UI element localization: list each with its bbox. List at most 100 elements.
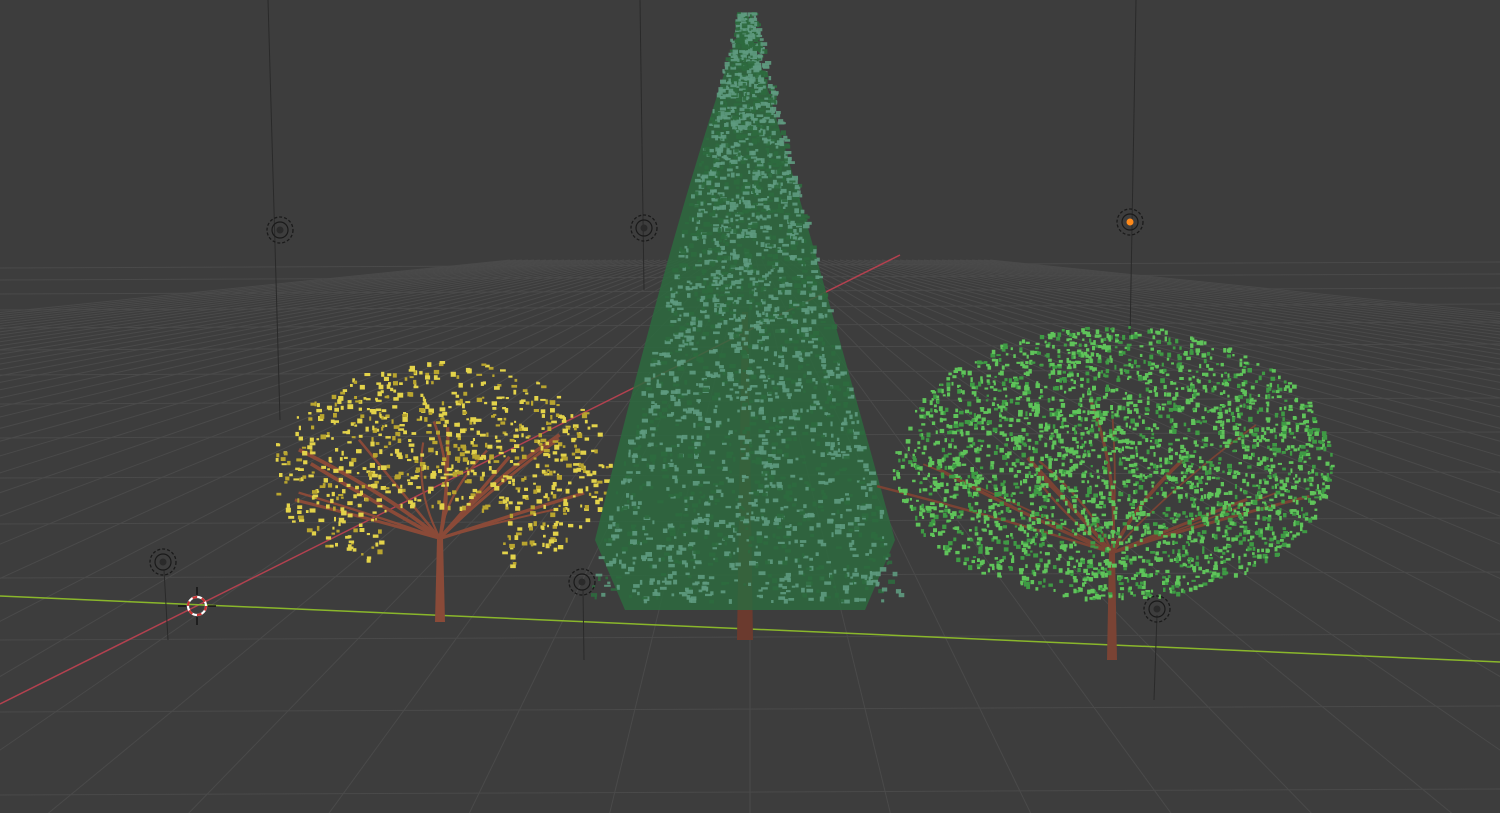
leaf [525,401,530,405]
leaf [417,499,422,502]
leaf [1026,397,1031,402]
leaf [659,442,663,446]
spruce-tree[interactable] [591,12,905,640]
birch-tree[interactable] [275,361,613,622]
leaf [707,153,710,157]
leaf [454,422,459,427]
leaf [579,525,583,529]
leaf [1074,424,1077,428]
leaf [824,401,829,404]
leaf [1152,336,1156,340]
leaf [784,163,788,167]
leaf [656,580,661,585]
leaf [762,230,769,233]
leaf [579,476,585,479]
leaf [503,455,506,458]
leaf [357,503,362,508]
leaf [1064,390,1067,394]
leaf [1085,371,1090,376]
leaf [844,599,850,604]
leaf [648,393,654,398]
leaf [1027,422,1031,425]
leaf [597,480,603,484]
leaf [740,315,746,320]
leaf [849,582,853,585]
leaf [375,399,382,402]
leaf [607,538,613,543]
leaf [698,383,704,388]
leaf [758,428,763,433]
leaf [790,241,796,245]
leaf [1243,530,1247,533]
leaf [757,138,760,143]
leaf [1080,432,1085,436]
leaf [404,377,408,381]
leaf [576,467,581,472]
3d-viewport[interactable] [0,0,1500,813]
leaf [981,528,987,531]
leaf [824,326,831,330]
leaf [735,63,742,66]
leaf [772,235,776,240]
leaf [840,371,847,375]
light-guide-line [163,569,169,641]
leaf [1239,362,1243,367]
oak-tree[interactable] [876,326,1335,660]
leaf [1052,344,1055,349]
leaf [767,253,773,258]
leaf [702,289,708,294]
leaf [546,421,549,425]
leaf [747,253,753,259]
leaf [745,262,752,265]
leaf [711,197,715,201]
leaf [727,376,733,379]
leaf [898,458,901,463]
leaf [740,130,743,133]
tree-objects[interactable] [275,12,1335,660]
leaf [703,465,711,469]
leaf [407,458,412,462]
leaf [684,343,689,346]
leaf [1202,570,1206,575]
leaf [797,190,801,194]
leaf [287,460,291,466]
leaf [401,488,406,493]
leaf [533,513,537,516]
leaf [1126,479,1131,483]
leaf [413,456,419,460]
leaf [774,307,778,313]
scene-canvas[interactable] [0,0,1500,813]
leaf [515,532,522,536]
leaf [1187,561,1191,564]
leaf [747,283,752,288]
leaf [1103,533,1107,538]
leaf [799,332,806,337]
leaf [723,284,731,288]
leaf [1020,511,1023,517]
leaf [1279,433,1283,437]
leaf [1223,492,1229,495]
leaf [821,378,829,384]
leaf [428,447,434,453]
leaf [1139,345,1144,348]
leaf [332,526,335,530]
leaf [800,349,806,353]
leaf [509,513,514,519]
leaf [762,492,768,497]
leaf [1097,373,1101,378]
leaf [660,391,667,395]
leaf [1165,373,1170,377]
leaf [470,383,474,388]
leaf [826,449,829,454]
leaf [939,418,943,423]
leaf [915,409,918,413]
leaf [698,392,702,395]
leaf [754,498,758,503]
leaf [763,116,770,120]
leaf [750,411,756,417]
leaf [1232,354,1235,357]
leaf [796,214,801,217]
leaf [772,362,776,365]
leaf [725,228,732,232]
grid-line [0,259,547,327]
